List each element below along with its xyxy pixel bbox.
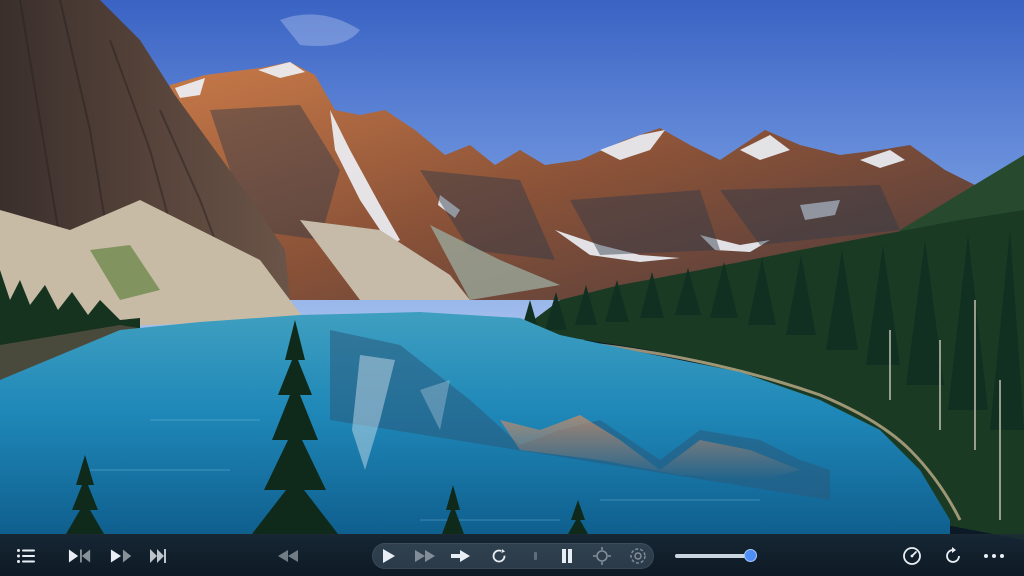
step-forward-icon[interactable]	[449, 544, 473, 568]
loop-icon[interactable]	[487, 544, 511, 568]
speedometer-icon[interactable]	[900, 544, 924, 568]
repeat-icon[interactable]	[941, 544, 965, 568]
pause-icon[interactable]	[555, 544, 579, 568]
skip-end-icon[interactable]	[146, 544, 170, 568]
landscape-image	[0, 0, 1024, 540]
list-icon[interactable]	[14, 544, 38, 568]
photo-viewer	[0, 0, 1024, 576]
play-icon[interactable]	[377, 544, 401, 568]
volume-fill	[675, 554, 751, 558]
fast-forward-icon[interactable]	[413, 544, 437, 568]
volume-slider[interactable]	[675, 549, 758, 562]
pill-divider	[534, 552, 537, 560]
play-skip-forward-icon[interactable]	[110, 544, 134, 568]
player-control-bar	[0, 534, 1024, 576]
crop-icon[interactable]	[590, 544, 614, 568]
play-skip-back-icon[interactable]	[68, 544, 92, 568]
rotate-icon[interactable]	[626, 544, 650, 568]
more-horizontal-icon[interactable]	[982, 544, 1006, 568]
volume-knob[interactable]	[744, 549, 758, 562]
rewind-icon[interactable]	[276, 544, 300, 568]
